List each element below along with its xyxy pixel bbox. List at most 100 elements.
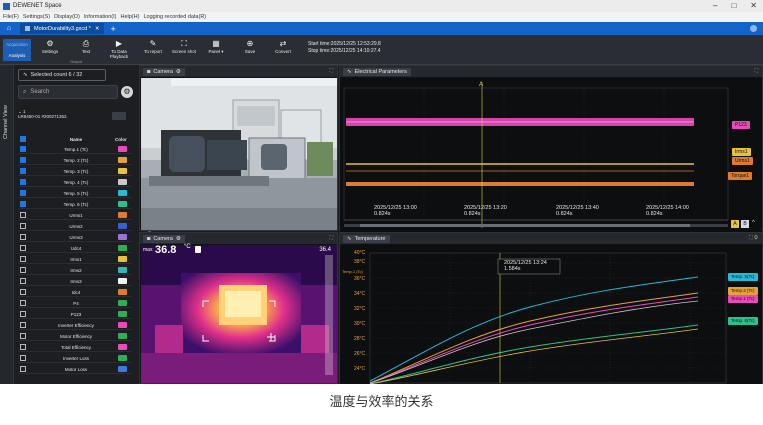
panel-pin-icon[interactable]: ⛶ [329,68,333,74]
channel-row[interactable]: Urms3 [18,233,132,242]
mode-acquisition[interactable]: Acquisition [3,42,31,47]
cursor-b-button[interactable]: B [741,220,749,228]
channel-row[interactable]: Temp.1 (Tc) [18,145,132,154]
convert-button[interactable]: ⇄ Convert [270,38,296,62]
channel-row[interactable]: Temp. 3 (Tc) [18,167,132,176]
channel-row[interactable]: Urms1 [18,211,132,220]
panel-pin-icon[interactable]: ⛶ [754,68,758,74]
screenshot-button[interactable]: ⛶ Screen shot [172,38,196,62]
channel-color-swatch[interactable] [118,223,127,229]
channel-row[interactable]: Temp. 6 (Tc) [18,200,132,209]
menu-help[interactable]: Help(H) [121,14,140,20]
channel-color-swatch[interactable] [118,157,127,163]
channel-color-swatch[interactable] [118,179,127,185]
channel-row[interactable]: Urms2 [18,222,132,231]
channel-row[interactable]: Temp. 4 (Tc) [18,178,132,187]
channel-color-swatch[interactable] [118,322,127,328]
channel-row[interactable]: P123 [18,310,132,319]
channel-color-swatch[interactable] [118,267,127,273]
settings-button[interactable]: ⚙ Settings [38,38,62,62]
channel-checkbox[interactable] [20,245,26,251]
channel-row[interactable]: Total Efficiency [18,343,132,352]
settings-icon[interactable]: ⚙ [176,69,181,75]
device-menu-button[interactable] [112,112,126,120]
channel-row[interactable]: Temp. 2 (Tc) [18,156,132,165]
channel-view-vertical-tab[interactable]: Channel View [0,65,14,384]
channel-checkbox[interactable] [20,344,26,350]
to-report-button[interactable]: ✎ To report [140,38,166,62]
channel-color-swatch[interactable] [118,311,127,317]
channel-color-swatch[interactable] [118,333,127,339]
device-node[interactable]: ⌄ 1 LR8450-01 #200271353 [18,109,67,119]
settings-icon[interactable]: ⚙ [176,236,181,242]
channel-checkbox[interactable] [20,168,26,174]
channel-checkbox[interactable] [20,201,26,207]
channel-color-swatch[interactable] [118,212,127,218]
channel-row[interactable]: Inverter Efficiency [18,321,132,330]
channel-checkbox[interactable] [20,366,26,372]
channel-row[interactable]: Irms3 [18,277,132,286]
channel-color-swatch[interactable] [118,234,127,240]
save-button[interactable]: ⊕ Save [238,38,262,62]
tag-urms1[interactable]: Urms1 [732,157,753,165]
mode-switch[interactable]: Acquisition Analysis [3,39,31,61]
channel-color-swatch[interactable] [118,366,127,372]
tag-temp5[interactable]: Temp. 5(Tc) [728,273,758,281]
channel-checkbox[interactable] [20,289,26,295]
channel-checkbox[interactable] [20,355,26,361]
menu-settings[interactable]: Settings(S) [23,14,50,20]
menu-display[interactable]: Display(D) [54,14,80,20]
user-avatar[interactable] [750,25,757,32]
channel-row[interactable]: Irms2 [18,266,132,275]
channel-row[interactable]: Inverter Loss [18,354,132,363]
channel-row[interactable]: Irms1 [18,255,132,264]
channel-row[interactable]: Motor Efficiency [18,332,132,341]
channel-color-swatch[interactable] [118,168,127,174]
channel-settings-icon[interactable]: ⚙ [121,86,133,98]
channel-checkbox[interactable] [20,190,26,196]
channel-checkbox[interactable] [20,157,26,163]
data-playback-button[interactable]: ▶ To Data Playback [106,38,132,62]
channel-color-swatch[interactable] [118,146,127,152]
channel-checkbox[interactable] [20,333,26,339]
menu-information[interactable]: Information(I) [84,14,117,20]
menu-logging[interactable]: Logging recorded data(R) [143,14,206,20]
home-icon[interactable]: ⌂ [0,22,18,35]
channel-checkbox[interactable] [20,179,26,185]
tag-irms1[interactable]: Irms1 [732,148,751,156]
select-all-checkbox[interactable] [20,136,26,142]
channel-color-swatch[interactable] [118,289,127,295]
channel-row[interactable]: Idc4 [18,288,132,297]
selected-count-box[interactable]: ∿ Selected count 6 / 32 [18,69,106,81]
channel-color-swatch[interactable] [118,344,127,350]
channel-row[interactable]: Udc4 [18,244,132,253]
channel-color-swatch[interactable] [118,355,127,361]
thermal-tab[interactable]: ◙ Camera ⚙ [143,234,185,243]
tag-torque1[interactable]: Torque1 [728,172,753,180]
channel-checkbox[interactable] [20,223,26,229]
channel-search-input[interactable]: ⌕ Search [18,85,118,99]
panel-pin-icon[interactable]: ⛶ ⚙ [749,235,758,241]
channel-row[interactable]: Motor Loss [18,365,132,374]
minimize-button[interactable]: – [713,1,717,10]
channel-checkbox[interactable] [20,256,26,262]
tag-temp2[interactable]: Temp.2 (Tc) [728,287,758,295]
channel-color-swatch[interactable] [118,300,127,306]
tag-p123[interactable]: P123 [732,121,750,129]
channel-color-swatch[interactable] [118,201,127,207]
close-button[interactable]: ✕ [750,1,757,10]
add-tab-button[interactable]: + [110,24,115,34]
channel-checkbox[interactable] [20,278,26,284]
camera-tab[interactable]: ◙ Camera ⚙ [143,67,185,76]
mode-analysis[interactable]: Analysis [3,53,31,58]
channel-color-swatch[interactable] [118,278,127,284]
channel-row[interactable]: P4 [18,299,132,308]
maximize-button[interactable]: □ [731,1,736,10]
panel-button[interactable]: ▦ Panel ▾ [204,38,228,62]
tag-temp6[interactable]: Temp. 6(Tc) [728,317,758,325]
channel-checkbox[interactable] [20,234,26,240]
electrical-tab[interactable]: ∿ Electrical Parameters [343,67,411,76]
cursor-a-button[interactable]: A [731,220,739,228]
tab-close-icon[interactable]: ✕ [95,26,100,32]
channel-checkbox[interactable] [20,300,26,306]
